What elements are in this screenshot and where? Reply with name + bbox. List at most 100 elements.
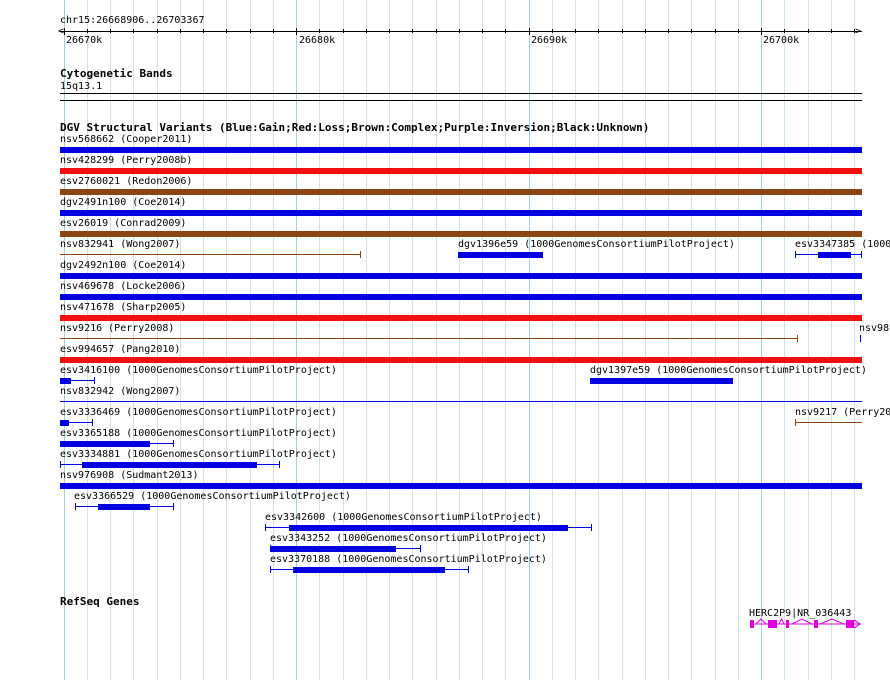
variant-label: nsv9216 (Perry2008) (60, 323, 175, 334)
variant-label: esv3343252 (1000GenomesConsortiumPilotPr… (270, 533, 547, 544)
variant-bar (60, 231, 862, 237)
grid-line (87, 0, 88, 680)
variant-bar (60, 420, 69, 426)
grid-line (575, 0, 576, 680)
grid-line (622, 0, 623, 680)
ruler-tick (691, 29, 692, 33)
ruler-tick (87, 29, 88, 33)
track-title-cytoband[interactable]: Cytogenetic Bands (60, 67, 173, 80)
variant-label: esv3416100 (1000GenomesConsortiumPilotPr… (60, 365, 337, 376)
variant-label: esv3336469 (1000GenomesConsortiumPilotPr… (60, 407, 337, 418)
variant-line (60, 422, 92, 423)
ruler-tick (761, 28, 762, 35)
variant-bar (289, 525, 568, 531)
variant-label: esv3347385 (1000 (795, 239, 890, 250)
grid-line (250, 0, 251, 680)
genome-browser-panel: chr15:26668906..26703367 < > 26670k 26680… (0, 0, 890, 680)
ruler-tick (157, 29, 158, 33)
ruler-tick (598, 29, 599, 33)
ruler-tick (273, 29, 274, 33)
variant-label: nsv98 (859, 323, 890, 334)
variant-line (60, 254, 361, 255)
variant-label: esv994657 (Pang2010) (60, 344, 181, 355)
ruler-tick (133, 29, 134, 33)
track-title-dgv[interactable]: DGV Structural Variants (Blue:Gain;Red:L… (60, 121, 649, 134)
grid-line (273, 0, 274, 680)
variant-bar (270, 546, 396, 552)
variant-bar (60, 189, 862, 195)
ruler-tick-label: 26690k (531, 35, 568, 46)
ruler-tick (412, 29, 413, 33)
ruler-tick (64, 28, 65, 35)
ruler-tick-label: 26700k (763, 35, 800, 46)
ruler-tick (482, 29, 483, 33)
ruler-tick (738, 29, 739, 33)
ruler-tick (808, 29, 809, 33)
variant-end-cap (92, 419, 93, 426)
variant-line (60, 380, 95, 381)
grid-line (808, 0, 809, 680)
locus-label: chr15:26668906..26703367 (60, 15, 205, 26)
ruler-tick (622, 29, 623, 33)
ruler-tick (552, 29, 553, 33)
ruler-tick (459, 29, 460, 33)
ruler-tick (436, 29, 437, 33)
variant-end-cap (360, 251, 361, 258)
cytoband-line-bottom (60, 100, 862, 101)
variant-bar (590, 378, 733, 384)
ruler-left-arrow: < (58, 26, 65, 37)
ruler-tick (110, 29, 111, 33)
ruler-right-arrow: > (855, 26, 862, 37)
gene-exon (814, 620, 818, 628)
variant-bar (60, 357, 862, 363)
grid-line (691, 0, 692, 680)
ruler-tick (505, 29, 506, 33)
grid-line (715, 0, 716, 680)
grid-line (389, 0, 390, 680)
variant-label: esv3370188 (1000GenomesConsortiumPilotPr… (270, 554, 547, 565)
variant-end-cap (173, 440, 174, 447)
track-title-refseq[interactable]: RefSeq Genes (60, 595, 139, 608)
variant-bar (293, 567, 445, 573)
variant-bar (98, 504, 150, 510)
gene-model (750, 617, 862, 629)
grid-line (203, 0, 204, 680)
variant-end-cap (861, 251, 862, 258)
variant-label: nsv428299 (Perry2008b) (60, 155, 193, 166)
gene-exon (750, 620, 754, 628)
variant-label: esv3342600 (1000GenomesConsortiumPilotPr… (265, 512, 542, 523)
variant-bar (60, 483, 862, 489)
variant-bar (818, 252, 851, 258)
ruler-tick (668, 29, 669, 33)
variant-label: dgv2491n100 (Coe2014) (60, 197, 187, 208)
variant-label: nsv568662 (Cooper2011) (60, 134, 193, 145)
variant-end-cap (420, 545, 421, 552)
grid-line (668, 0, 669, 680)
variant-bar (458, 252, 543, 258)
ruler-tick (226, 29, 227, 33)
ruler-tick (529, 28, 530, 35)
variant-end-cap (591, 524, 592, 531)
variant-label: nsv976908 (Sudmant2013) (60, 470, 199, 481)
variant-label: dgv2492n100 (Coe2014) (60, 260, 187, 271)
variant-line (60, 443, 174, 444)
grid-line (296, 0, 297, 680)
grid-line (738, 0, 739, 680)
variant-end-cap (468, 566, 469, 573)
gene-exon (846, 620, 854, 628)
grid-line (226, 0, 227, 680)
grid-line (110, 0, 111, 680)
grid-line (366, 0, 367, 680)
grid-line (412, 0, 413, 680)
grid-line (645, 0, 646, 680)
variant-end-cap (173, 503, 174, 510)
variant-label: esv3334881 (1000GenomesConsortiumPilotPr… (60, 449, 337, 460)
variant-label: nsv9217 (Perry20 (795, 407, 890, 418)
ruler-tick (250, 29, 251, 33)
ruler-tick (645, 29, 646, 33)
ruler-tick (296, 28, 297, 35)
variant-bar (82, 462, 257, 468)
variant-bar (60, 168, 862, 174)
grid-line (459, 0, 460, 680)
gene-intron-chevron (755, 618, 767, 625)
